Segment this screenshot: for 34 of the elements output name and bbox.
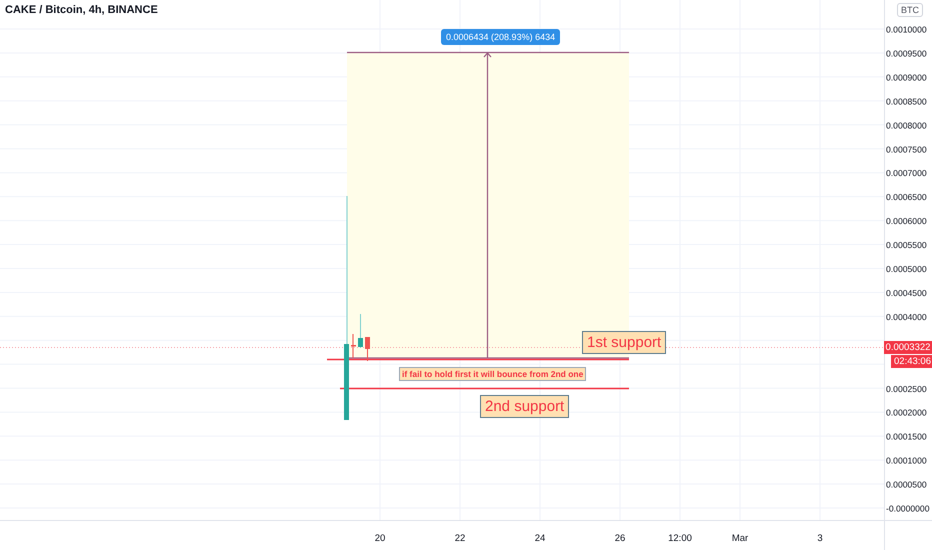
price-tick: 0.0002000	[886, 408, 927, 418]
price-range-label: 0.0006434 (208.93%) 6434	[441, 29, 560, 45]
currency-badge: BTC	[897, 3, 923, 17]
price-tick: 0.0007500	[886, 144, 927, 154]
price-tick: 0.0006500	[886, 192, 927, 202]
chart-note: 1st support	[582, 331, 666, 354]
price-tick: 0.0009000	[886, 72, 927, 82]
price-tick: 0.0004500	[886, 288, 927, 298]
time-tick: 20	[374, 533, 386, 544]
price-tick: 0.0001000	[886, 456, 927, 466]
price-tick: 0.0009500	[886, 48, 927, 58]
chart-note: 2nd support	[480, 395, 570, 418]
price-tick: 0.0010000	[886, 24, 927, 34]
chart-title: CAKE / Bitcoin, 4h, BINANCE	[5, 4, 158, 16]
time-tick: 3	[817, 533, 823, 544]
price-tick: 0.0005000	[886, 264, 927, 274]
price-tick: -0.0000000	[886, 504, 930, 514]
time-tick: Mar	[732, 533, 748, 544]
price-tick: 0.0004000	[886, 312, 927, 322]
last-price-label: 0.0003322	[884, 341, 932, 354]
price-tick: 0.0008000	[886, 120, 927, 130]
bar-countdown-label: 02:43:06	[891, 355, 932, 368]
price-tick: 0.0007000	[886, 168, 927, 178]
time-tick: 24	[534, 533, 546, 544]
price-tick: 0.0002500	[886, 384, 927, 394]
time-tick: 12:00	[668, 533, 692, 544]
time-tick: 26	[614, 533, 626, 544]
price-tick: 0.0008500	[886, 96, 927, 106]
price-tick: 0.0000500	[886, 480, 927, 490]
chart-note: if fail to hold first it will bounce from 2nd one	[399, 367, 586, 381]
price-tick: 0.0001500	[886, 432, 927, 442]
price-tick: 0.0006000	[886, 216, 927, 226]
price-tick: 0.0005500	[886, 240, 927, 250]
time-tick: 22	[454, 533, 466, 544]
